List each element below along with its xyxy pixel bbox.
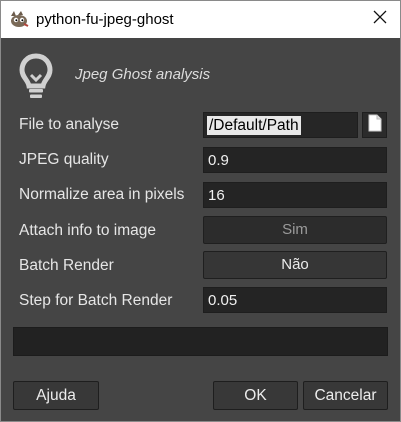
file-browse-button[interactable] xyxy=(362,112,387,138)
file-path-value: /Default/Path xyxy=(207,116,301,135)
file-path-input[interactable]: /Default/Path xyxy=(203,112,358,138)
progress-bar xyxy=(13,327,388,356)
attach-label: Attach info to image xyxy=(19,222,156,239)
normalize-area-input[interactable]: 16 xyxy=(203,182,387,208)
title-bar[interactable]: python-fu-jpeg-ghost xyxy=(1,1,400,38)
batch-step-value: 0.05 xyxy=(208,292,238,309)
help-button[interactable]: Ajuda xyxy=(13,381,99,410)
jpeg-quality-input[interactable]: 0.9 xyxy=(203,147,387,173)
plugin-heading: Jpeg Ghost analysis xyxy=(75,66,211,83)
cancel-button[interactable]: Cancelar xyxy=(303,381,388,410)
ok-button[interactable]: OK xyxy=(213,381,298,410)
attach-info-toggle[interactable]: Sim xyxy=(203,216,387,244)
normalize-area-value: 16 xyxy=(208,187,225,204)
document-icon xyxy=(368,114,382,137)
window-title: python-fu-jpeg-ghost xyxy=(36,11,174,28)
dialog-window: python-fu-jpeg-ghost Jpeg Ghost analysis… xyxy=(0,0,401,422)
lightbulb-icon xyxy=(19,53,53,101)
close-button[interactable] xyxy=(365,5,395,33)
file-label: File to analyse xyxy=(19,116,119,133)
close-icon xyxy=(373,10,387,29)
quality-label: JPEG quality xyxy=(19,151,109,168)
step-label: Step for Batch Render xyxy=(19,292,173,309)
batch-label: Batch Render xyxy=(19,257,114,274)
jpeg-quality-value: 0.9 xyxy=(208,152,229,169)
dialog-content: Jpeg Ghost analysis File to analyse /Def… xyxy=(1,38,400,421)
normalize-label: Normalize area in pixels xyxy=(19,186,185,203)
gimp-icon xyxy=(9,10,29,28)
batch-render-toggle[interactable]: Não xyxy=(203,251,387,279)
batch-step-input[interactable]: 0.05 xyxy=(203,287,387,313)
